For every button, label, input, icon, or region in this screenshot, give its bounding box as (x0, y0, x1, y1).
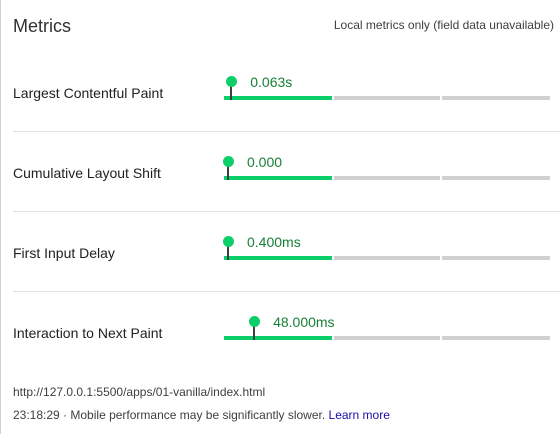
bar-segment-needs-improvement (334, 336, 440, 340)
metric-label: Cumulative Layout Shift (13, 165, 161, 181)
bar-segment-poor (442, 256, 550, 260)
metric-value: 0.400ms (247, 234, 301, 250)
marker-dot (248, 316, 260, 327)
performance-message: Mobile performance may be significantly … (70, 408, 329, 422)
marker-dot (222, 236, 234, 247)
metric-bar (224, 336, 550, 340)
metric-row-fid: First Input Delay 0.400ms (0, 212, 560, 292)
learn-more-link[interactable]: Learn more (329, 408, 390, 422)
bar-segment-poor (442, 176, 550, 180)
metric-value: 48.000ms (273, 314, 335, 330)
metric-value: 0.063s (250, 74, 293, 90)
metric-bar (224, 256, 550, 260)
bar-segment-good (224, 336, 332, 340)
bar-segment-good (224, 256, 332, 260)
page-title: Metrics (13, 16, 71, 36)
page-url: http://127.0.0.1:5500/apps/01-vanilla/in… (13, 385, 266, 399)
bar-segment-needs-improvement (334, 256, 440, 260)
bar-segment-needs-improvement (334, 176, 440, 180)
bar-segment-poor (442, 96, 550, 100)
bar-segment-poor (442, 336, 550, 340)
metric-bar (224, 96, 550, 100)
metric-row-lcp: Largest Contentful Paint 0.063s (0, 52, 560, 132)
metric-label: Interaction to Next Paint (13, 325, 163, 341)
bar-segment-needs-improvement (334, 96, 440, 100)
metrics-header: Metrics Local metrics only (field data u… (13, 13, 554, 41)
field-data-note: Local metrics only (field data unavailab… (333, 18, 554, 32)
footer-status: 23:18:29 · Mobile performance may be sig… (13, 408, 390, 422)
metric-bar (224, 176, 550, 180)
separator: · (59, 408, 71, 422)
timestamp: 23:18:29 (13, 408, 60, 422)
marker-dot (225, 76, 237, 87)
bar-segment-good (224, 176, 332, 180)
metric-row-cls: Cumulative Layout Shift 0.000 (0, 132, 560, 212)
metric-value: 0.000 (247, 154, 283, 170)
metric-label: Largest Contentful Paint (13, 85, 164, 101)
metric-label: First Input Delay (13, 245, 115, 261)
marker-dot (222, 156, 234, 167)
metrics-panel: Metrics Local metrics only (field data u… (0, 0, 560, 434)
metric-row-inp: Interaction to Next Paint 48.000ms (0, 292, 560, 372)
bar-segment-good (224, 96, 332, 100)
